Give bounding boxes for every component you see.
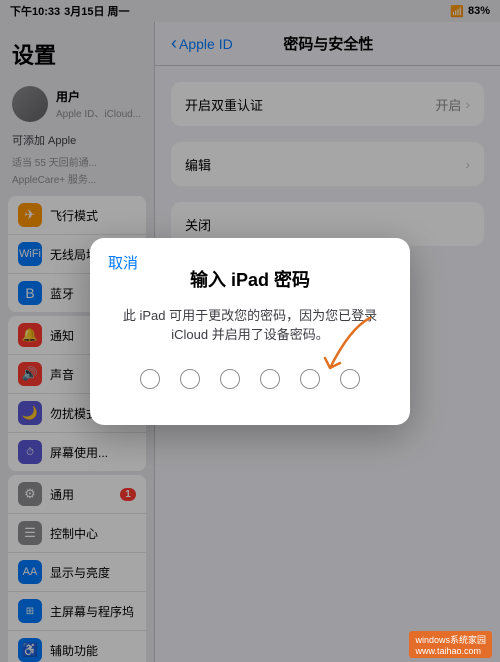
- passcode-dots-container[interactable]: [140, 369, 360, 389]
- passcode-dot-6: [340, 369, 360, 389]
- watermark-line1: windows系统家园: [415, 633, 486, 646]
- watermark-line2: www.taihao.com: [415, 646, 486, 656]
- modal-overlay: 取消 输入 iPad 密码 此 iPad 可用于更改您的密码，因为您已登录 iC…: [0, 0, 500, 662]
- modal-dialog: 取消 输入 iPad 密码 此 iPad 可用于更改您的密码，因为您已登录 iC…: [90, 238, 410, 425]
- passcode-dot-3: [220, 369, 240, 389]
- passcode-dot-2: [180, 369, 200, 389]
- passcode-dot-5: [300, 369, 320, 389]
- passcode-dot-4: [260, 369, 280, 389]
- modal-cancel-button[interactable]: 取消: [108, 252, 138, 273]
- modal-description: 此 iPad 可用于更改您的密码，因为您已登录 iCloud 并启用了设备密码。: [114, 306, 386, 345]
- modal-title: 输入 iPad 密码: [190, 266, 310, 292]
- watermark: windows系统家园 www.taihao.com: [409, 631, 492, 658]
- passcode-dot-1: [140, 369, 160, 389]
